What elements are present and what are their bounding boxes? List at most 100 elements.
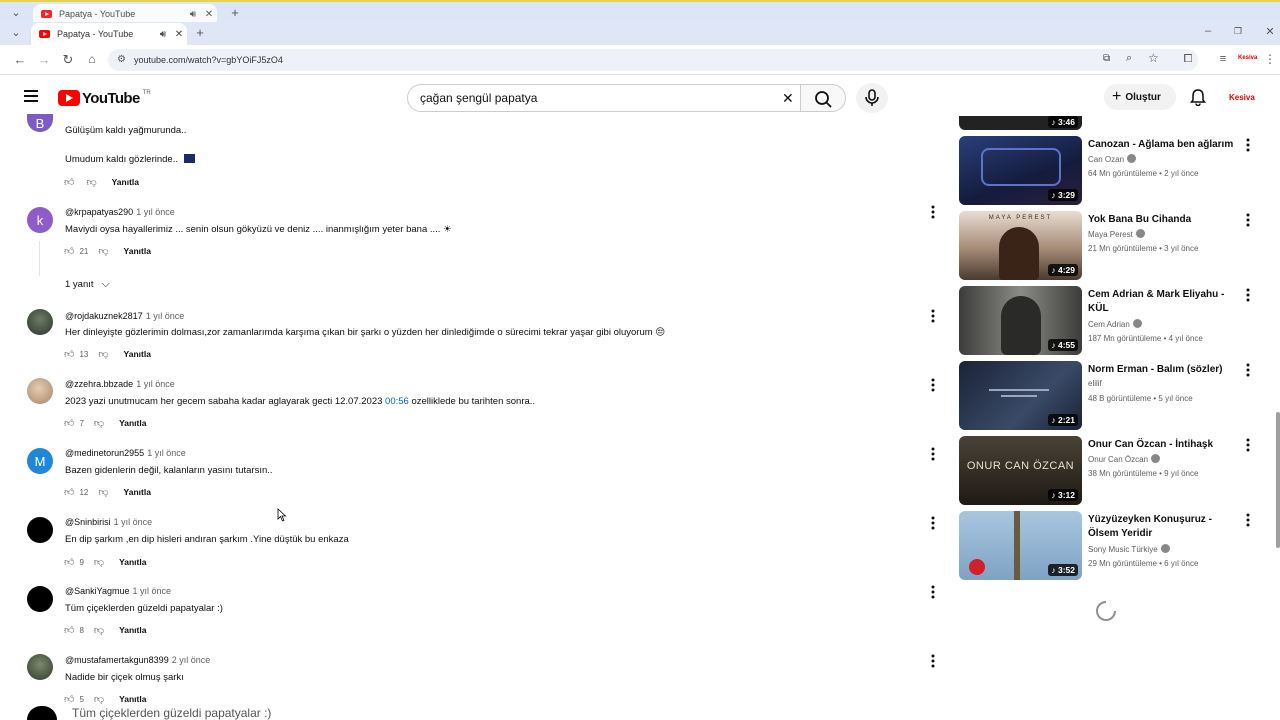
like-icon[interactable]: 👍︎ <box>64 624 74 636</box>
chevron-down-icon[interactable]: ⌄ <box>8 6 24 19</box>
dislike-icon[interactable]: 👎︎ <box>94 693 104 705</box>
tab-close-icon[interactable]: ✕ <box>171 29 187 40</box>
comment-time[interactable]: 1 yıl önce <box>146 311 185 321</box>
avatar[interactable] <box>27 517 53 543</box>
video-title[interactable]: Onur Can Özcan - İntihaşk <box>1088 438 1238 452</box>
browser-menu-icon[interactable]: ⋮ <box>1262 52 1278 66</box>
channel-name[interactable]: Cem Adrian <box>1088 319 1142 329</box>
more-options-icon[interactable] <box>928 447 938 461</box>
window-close-icon[interactable]: ✕ <box>1262 25 1278 38</box>
recommended-video[interactable]: ♪ 4:55 Cem Adrian & Mark Eliyahu - KÜL C… <box>959 286 1259 356</box>
recommended-video[interactable]: ONUR CAN ÖZCAN ♪ 3:12 Onur Can Özcan - İ… <box>959 436 1259 506</box>
avatar[interactable] <box>27 309 53 335</box>
clear-search-icon[interactable]: ✕ <box>782 90 794 107</box>
like-icon[interactable]: 👍︎ <box>64 348 74 360</box>
comment-author[interactable]: @rojdakuznek2817 <box>65 311 143 321</box>
channel-name[interactable]: Can Ozan <box>1088 154 1137 164</box>
avatar[interactable]: M <box>27 448 53 474</box>
comment-author[interactable]: @medinetorun2955 <box>65 448 144 458</box>
account-avatar[interactable]: Kesiva <box>1229 93 1255 102</box>
dislike-icon[interactable]: 👎︎ <box>94 624 104 636</box>
new-tab-icon[interactable]: + <box>227 5 243 20</box>
reply-button[interactable]: Yanıtla <box>119 557 146 567</box>
minimize-icon[interactable]: – <box>1200 25 1216 37</box>
more-options-icon[interactable] <box>1243 213 1253 227</box>
dislike-icon[interactable]: 👎︎ <box>94 556 104 568</box>
more-options-icon[interactable] <box>1243 138 1253 152</box>
recommended-video[interactable]: MAYA PEREST ♪ 4:29 Yok Bana Bu Cihanda M… <box>959 211 1259 281</box>
new-tab-icon[interactable]: + <box>192 25 208 40</box>
comment-author[interactable]: @krpapatyas290 <box>65 207 133 217</box>
video-thumbnail[interactable]: ♪ 4:55 <box>959 286 1082 355</box>
more-options-icon[interactable] <box>1243 513 1253 527</box>
recommended-video[interactable]: ♪ 3:52 Yüzyüzeyken Konuşuruz - Ölsem Yer… <box>959 511 1259 581</box>
reply-button[interactable]: Yanıtla <box>124 349 151 359</box>
reply-button[interactable]: Yanıtla <box>119 625 146 635</box>
video-thumbnail[interactable]: MAYA PEREST ♪ 4:29 <box>959 211 1082 280</box>
recommended-video[interactable]: ♪ 2:21 Norm Erman - Balım (sözler) elili… <box>959 361 1259 431</box>
video-thumbnail[interactable]: ONUR CAN ÖZCAN ♪ 3:12 <box>959 436 1082 505</box>
like-icon[interactable]: 👍︎ <box>64 693 74 705</box>
more-options-icon[interactable] <box>928 585 938 599</box>
video-thumbnail[interactable]: ♪ 3:46 <box>959 116 1082 130</box>
install-app-icon[interactable]: ⧉ <box>1103 53 1110 64</box>
profile-icon[interactable]: Kesiva <box>1238 55 1257 61</box>
more-options-icon[interactable] <box>928 378 938 392</box>
comment-time[interactable]: 2 yıl önce <box>172 655 211 665</box>
menu-icon[interactable] <box>24 90 38 102</box>
comment-time[interactable]: 1 yıl önce <box>114 517 153 527</box>
create-button[interactable]: + Oluştur <box>1104 84 1176 110</box>
comment-time[interactable]: 1 yıl önce <box>136 207 175 217</box>
recommended-video[interactable]: ♪ 3:29 Canozan - Ağlama ben ağlarım Can … <box>959 136 1259 206</box>
reply-button[interactable]: Yanıtla <box>119 418 146 428</box>
dislike-icon[interactable]: 👎︎ <box>98 486 108 498</box>
more-options-icon[interactable] <box>1243 288 1253 302</box>
reply-button[interactable]: Yanıtla <box>119 694 146 704</box>
forward-icon[interactable]: → <box>36 52 52 67</box>
search-input[interactable] <box>420 91 760 105</box>
video-title[interactable]: Canozan - Ağlama ben ağlarım <box>1088 138 1238 152</box>
reload-icon[interactable]: ↻ <box>60 52 76 68</box>
comment-author[interactable]: @SankiYagmue <box>65 586 130 596</box>
like-icon[interactable]: 👍︎ <box>64 417 74 429</box>
tab-active[interactable]: Papatya - YouTube 🔊︎ ✕ <box>31 23 187 45</box>
more-options-icon[interactable] <box>928 516 938 530</box>
dislike-icon[interactable]: 👎︎ <box>98 348 108 360</box>
extensions-icon[interactable]: ⧠ <box>1180 53 1196 66</box>
reply-button[interactable]: Yanıtla <box>124 246 151 256</box>
timestamp-link[interactable]: 00:56 <box>385 396 409 407</box>
back-icon[interactable]: ← <box>12 52 28 67</box>
show-replies-button[interactable]: 1 yanıt ⌵ <box>65 278 110 291</box>
like-icon[interactable]: 👍︎ <box>64 486 74 498</box>
dislike-icon[interactable]: 👎︎ <box>98 245 108 257</box>
avatar[interactable] <box>27 654 53 680</box>
more-options-icon[interactable] <box>1243 438 1253 452</box>
reply-button[interactable]: Yanıtla <box>112 177 139 187</box>
dislike-icon[interactable]: 👎︎ <box>94 417 104 429</box>
video-title[interactable]: Yüzyüzeyken Konuşuruz - Ölsem Yeridir <box>1088 513 1238 541</box>
home-icon[interactable]: ⌂ <box>84 52 100 66</box>
site-info-icon[interactable]: ⚙︎ <box>117 54 126 65</box>
tab-list-chevron-icon[interactable]: ⌄ <box>8 26 24 39</box>
search-button[interactable] <box>800 84 846 112</box>
comment-time[interactable]: 1 yıl önce <box>136 379 175 389</box>
channel-name[interactable]: Sony Music Türkiye <box>1088 544 1170 554</box>
comment-author[interactable]: @mustafamertakgun8399 <box>65 655 169 665</box>
more-options-icon[interactable] <box>928 205 938 219</box>
channel-name[interactable]: Maya Perest <box>1088 229 1145 239</box>
url-bar[interactable]: ⚙︎ youtube.com/watch?v=gbYOiFJ5zO4 ⧉ ⌕ ☆ <box>108 49 1198 71</box>
channel-name[interactable]: Onur Can Özcan <box>1088 454 1161 464</box>
avatar[interactable]: B <box>27 114 53 132</box>
video-thumbnail[interactable]: ♪ 3:52 <box>959 511 1082 580</box>
youtube-logo[interactable]: YouTube TR <box>58 89 151 107</box>
restore-icon[interactable]: ❐ <box>1230 26 1246 37</box>
url-text[interactable]: youtube.com/watch?v=gbYOiFJ5zO4 <box>134 55 283 65</box>
video-title[interactable]: Norm Erman - Balım (sözler) <box>1088 363 1238 377</box>
video-title[interactable]: Yok Bana Bu Cihanda <box>1088 213 1238 227</box>
video-title[interactable]: Cem Adrian & Mark Eliyahu - KÜL <box>1088 288 1238 316</box>
comment-author[interactable]: @zzehra.bbzade <box>65 379 133 389</box>
bookmark-star-icon[interactable]: ☆ <box>1148 51 1159 65</box>
comment-time[interactable]: 1 yıl önce <box>133 586 172 596</box>
avatar[interactable] <box>27 378 53 404</box>
dislike-icon[interactable]: 👎︎ <box>86 176 96 188</box>
